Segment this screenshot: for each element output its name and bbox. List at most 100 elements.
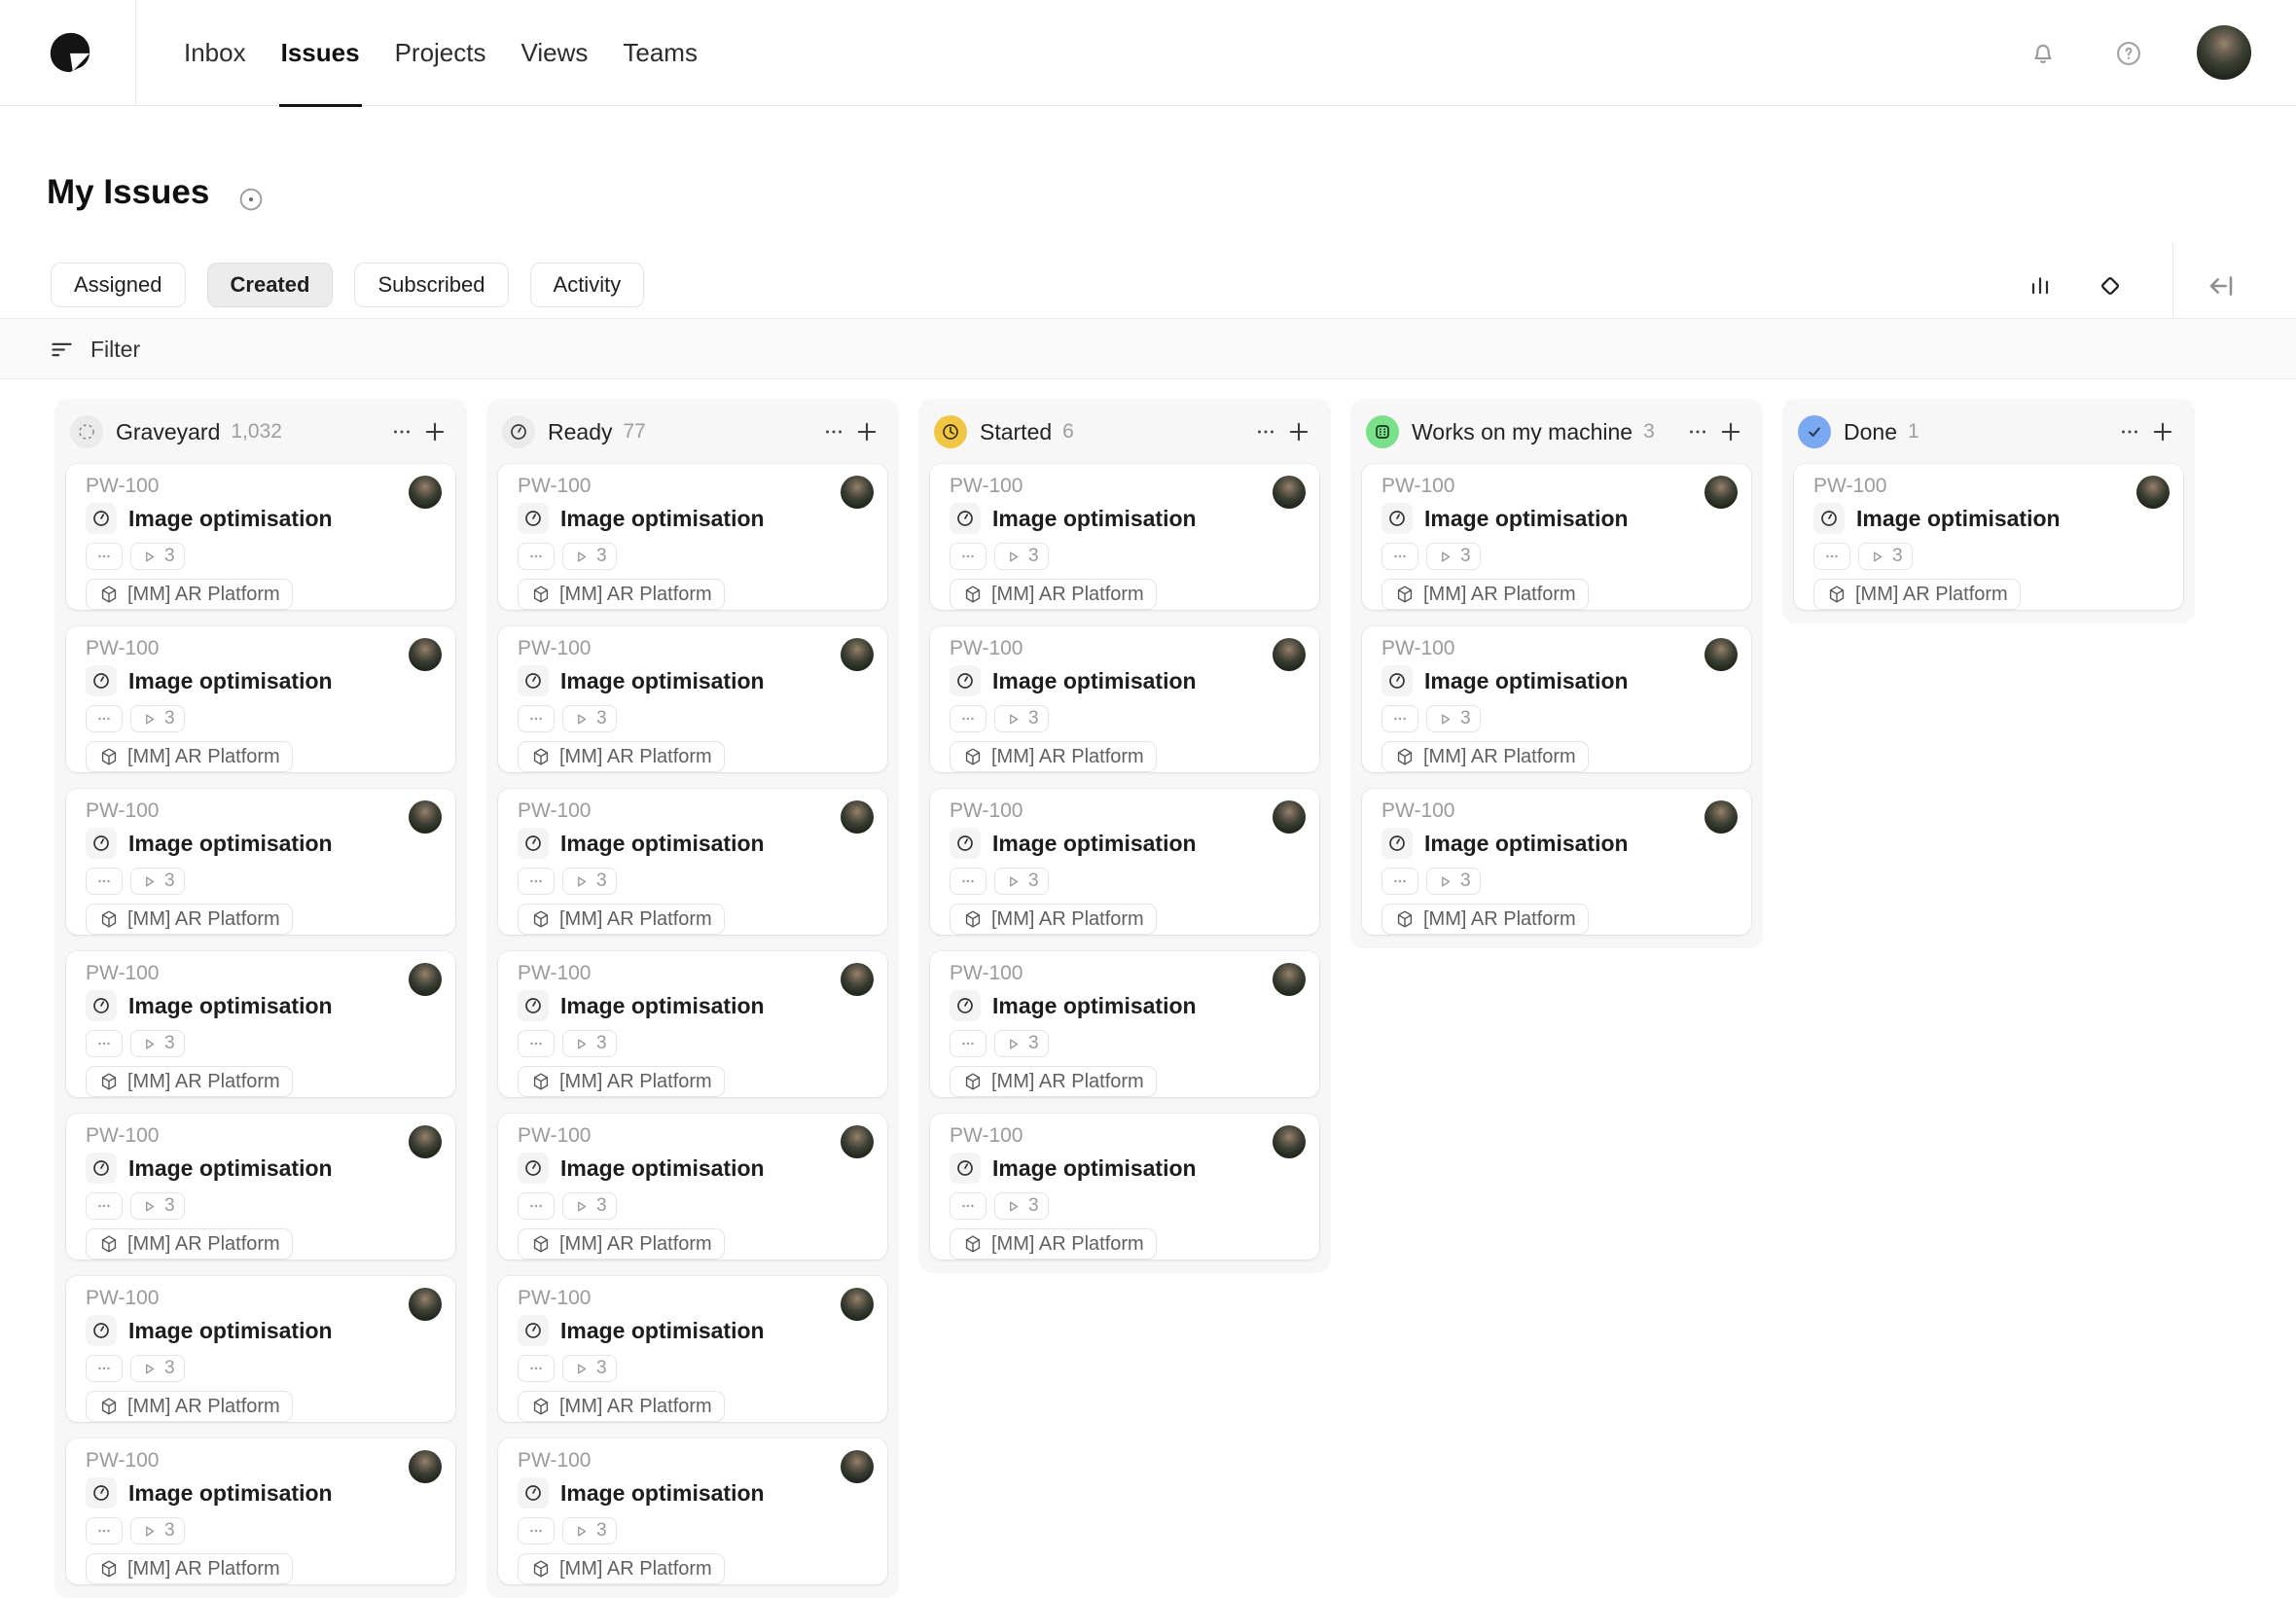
card-more-button[interactable]	[950, 705, 987, 732]
issue-card[interactable]: PW-100 Image optimisation 3 [MM] AR Plat…	[66, 626, 455, 772]
issue-card[interactable]: PW-100 Image optimisation 3 [MM] AR Plat…	[66, 1276, 455, 1422]
card-subtasks-button[interactable]: 3	[994, 868, 1049, 895]
tab-created[interactable]: Created	[206, 263, 334, 307]
tab-assigned[interactable]: Assigned	[51, 263, 186, 307]
issue-card[interactable]: PW-100 Image optimisation 3 [MM] AR Plat…	[930, 951, 1319, 1097]
card-subtasks-button[interactable]: 3	[1426, 543, 1481, 570]
card-more-button[interactable]	[1381, 543, 1418, 570]
issue-card[interactable]: PW-100 Image optimisation 3 [MM] AR Plat…	[930, 789, 1319, 935]
card-project-pill[interactable]: [MM] AR Platform	[86, 1553, 293, 1584]
card-project-pill[interactable]: [MM] AR Platform	[1381, 904, 1589, 935]
card-project-pill[interactable]: [MM] AR Platform	[518, 1228, 725, 1260]
card-more-button[interactable]	[86, 705, 123, 732]
issue-card[interactable]: PW-100 Image optimisation 3 [MM] AR Plat…	[66, 951, 455, 1097]
card-more-button[interactable]	[86, 868, 123, 895]
card-subtasks-button[interactable]: 3	[130, 1517, 185, 1545]
card-subtasks-button[interactable]: 3	[994, 1192, 1049, 1220]
card-subtasks-button[interactable]: 3	[562, 868, 617, 895]
column-add-issue-button[interactable]	[850, 415, 883, 448]
card-more-button[interactable]	[86, 543, 123, 570]
card-project-pill[interactable]: [MM] AR Platform	[950, 1228, 1157, 1260]
card-more-button[interactable]	[1381, 868, 1418, 895]
card-subtasks-button[interactable]: 3	[994, 705, 1049, 732]
issue-card[interactable]: PW-100 Image optimisation 3 [MM] AR Plat…	[498, 626, 887, 772]
issue-card[interactable]: PW-100 Image optimisation 3 [MM] AR Plat…	[66, 1114, 455, 1260]
issue-card[interactable]: PW-100 Image optimisation 3 [MM] AR Plat…	[930, 1114, 1319, 1260]
card-project-pill[interactable]: [MM] AR Platform	[1381, 741, 1589, 772]
tab-subscribed[interactable]: Subscribed	[354, 263, 509, 307]
issue-card[interactable]: PW-100 Image optimisation 3 [MM] AR Plat…	[1794, 464, 2183, 610]
card-subtasks-button[interactable]: 3	[1426, 868, 1481, 895]
nav-inbox[interactable]: Inbox	[184, 0, 246, 106]
column-add-issue-button[interactable]	[418, 415, 451, 448]
issue-card[interactable]: PW-100 Image optimisation 3 [MM] AR Plat…	[66, 464, 455, 610]
card-project-pill[interactable]: [MM] AR Platform	[950, 1066, 1157, 1097]
card-project-pill[interactable]: [MM] AR Platform	[86, 741, 293, 772]
issue-card[interactable]: PW-100 Image optimisation 3 [MM] AR Plat…	[66, 789, 455, 935]
card-subtasks-button[interactable]: 3	[130, 1355, 185, 1382]
card-project-pill[interactable]: [MM] AR Platform	[518, 1391, 725, 1422]
card-more-button[interactable]	[518, 705, 555, 732]
issue-card[interactable]: PW-100 Image optimisation 3 [MM] AR Plat…	[930, 464, 1319, 610]
filter-button[interactable]: Filter	[49, 319, 140, 379]
card-more-button[interactable]	[950, 1192, 987, 1220]
card-more-button[interactable]	[518, 868, 555, 895]
column-add-issue-button[interactable]	[1282, 415, 1315, 448]
card-more-button[interactable]	[86, 1192, 123, 1220]
card-more-button[interactable]	[950, 868, 987, 895]
card-more-button[interactable]	[1813, 543, 1850, 570]
card-subtasks-button[interactable]: 3	[994, 543, 1049, 570]
issue-card[interactable]: PW-100 Image optimisation 3 [MM] AR Plat…	[498, 1276, 887, 1422]
card-project-pill[interactable]: [MM] AR Platform	[518, 1066, 725, 1097]
card-more-button[interactable]	[518, 1192, 555, 1220]
card-more-button[interactable]	[86, 1030, 123, 1057]
card-project-pill[interactable]: [MM] AR Platform	[86, 904, 293, 935]
issue-card[interactable]: PW-100 Image optimisation 3 [MM] AR Plat…	[498, 789, 887, 935]
card-project-pill[interactable]: [MM] AR Platform	[1381, 579, 1589, 610]
nav-views[interactable]: Views	[520, 0, 588, 106]
issue-card[interactable]: PW-100 Image optimisation 3 [MM] AR Plat…	[1362, 464, 1751, 610]
notifications-button[interactable]	[2022, 32, 2064, 75]
issue-card[interactable]: PW-100 Image optimisation 3 [MM] AR Plat…	[498, 1438, 887, 1584]
card-subtasks-button[interactable]: 3	[130, 868, 185, 895]
card-subtasks-button[interactable]: 3	[562, 1192, 617, 1220]
card-more-button[interactable]	[950, 543, 987, 570]
card-subtasks-button[interactable]: 3	[1858, 543, 1913, 570]
user-avatar[interactable]	[2197, 25, 2251, 80]
nav-teams[interactable]: Teams	[623, 0, 698, 106]
card-subtasks-button[interactable]: 3	[562, 705, 617, 732]
tab-activity[interactable]: Activity	[529, 263, 645, 307]
issue-card[interactable]: PW-100 Image optimisation 3 [MM] AR Plat…	[498, 464, 887, 610]
column-more-button[interactable]	[385, 415, 418, 448]
card-subtasks-button[interactable]: 3	[1426, 705, 1481, 732]
column-add-issue-button[interactable]	[2146, 415, 2179, 448]
card-subtasks-button[interactable]: 3	[994, 1030, 1049, 1057]
card-project-pill[interactable]: [MM] AR Platform	[518, 904, 725, 935]
card-more-button[interactable]	[1381, 705, 1418, 732]
card-more-button[interactable]	[518, 1355, 555, 1382]
card-subtasks-button[interactable]: 3	[562, 1355, 617, 1382]
issue-card[interactable]: PW-100 Image optimisation 3 [MM] AR Plat…	[930, 626, 1319, 772]
card-more-button[interactable]	[518, 1517, 555, 1545]
app-logo[interactable]	[49, 31, 91, 74]
card-project-pill[interactable]: [MM] AR Platform	[518, 579, 725, 610]
column-more-button[interactable]	[817, 415, 850, 448]
card-subtasks-button[interactable]: 3	[130, 1030, 185, 1057]
column-add-issue-button[interactable]	[1714, 415, 1747, 448]
card-more-button[interactable]	[518, 543, 555, 570]
card-subtasks-button[interactable]: 3	[562, 1030, 617, 1057]
card-more-button[interactable]	[950, 1030, 987, 1057]
issue-card[interactable]: PW-100 Image optimisation 3 [MM] AR Plat…	[1362, 789, 1751, 935]
collapse-panel-button[interactable]	[2199, 265, 2243, 307]
insights-button[interactable]	[2018, 265, 2063, 307]
column-more-button[interactable]	[1249, 415, 1282, 448]
card-subtasks-button[interactable]: 3	[562, 1517, 617, 1545]
card-project-pill[interactable]: [MM] AR Platform	[950, 579, 1157, 610]
card-project-pill[interactable]: [MM] AR Platform	[86, 1391, 293, 1422]
card-project-pill[interactable]: [MM] AR Platform	[86, 1066, 293, 1097]
card-more-button[interactable]	[518, 1030, 555, 1057]
card-more-button[interactable]	[86, 1517, 123, 1545]
issue-card[interactable]: PW-100 Image optimisation 3 [MM] AR Plat…	[66, 1438, 455, 1584]
card-subtasks-button[interactable]: 3	[130, 1192, 185, 1220]
card-subtasks-button[interactable]: 3	[130, 543, 185, 570]
